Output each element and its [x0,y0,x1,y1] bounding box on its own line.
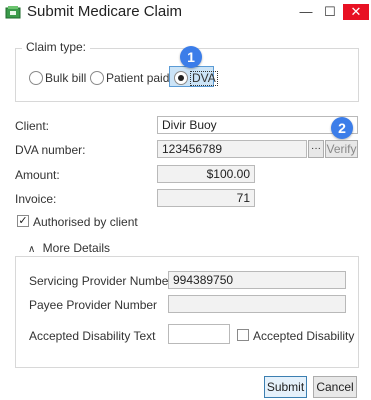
dva-label[interactable]: DVA [190,71,218,86]
authorised-checkbox[interactable]: ✓ [17,215,29,227]
submit-button[interactable]: Submit [264,376,307,398]
step-1-marker: 1 [180,46,202,68]
cancel-button[interactable]: Cancel [313,376,357,398]
more-details-title: More Details [42,241,111,255]
title-bar: Submit Medicare Claim — ☐ ✕ [0,0,371,26]
payee-provider-field[interactable] [168,295,346,313]
client-value: Divir Buoy [162,118,217,132]
more-details-legend[interactable]: ∧ More Details [24,241,115,255]
minimize-button[interactable]: — [296,4,316,20]
client-select[interactable]: Divir Buoy [157,116,358,134]
accepted-disability-label[interactable]: Accepted Disability [253,329,354,343]
step-2-marker: 2 [331,117,353,139]
bulk-bill-radio[interactable] [29,71,43,85]
invoice-label: Invoice: [15,192,57,206]
authorised-label[interactable]: Authorised by client [33,215,138,229]
dva-radio[interactable] [174,71,188,85]
amount-label: Amount: [15,168,60,182]
payee-provider-label: Payee Provider Number [29,298,158,312]
close-button[interactable]: ✕ [343,4,369,20]
servicing-provider-field[interactable]: 994389750 [168,271,346,289]
claim-type-legend: Claim type: [22,40,91,54]
patient-paid-radio[interactable] [90,71,104,85]
patient-paid-label[interactable]: Patient paid [106,71,169,85]
medicare-app-icon [5,6,21,19]
client-label: Client: [15,119,50,133]
accepted-disability-text-field[interactable] [168,324,230,344]
dva-number-field[interactable]: 123456789 [157,140,307,158]
dva-lookup-button[interactable]: ··· [308,140,324,158]
invoice-field[interactable]: 71 [157,189,255,207]
servicing-provider-label: Servicing Provider Number [29,274,173,288]
amount-field[interactable]: $100.00 [157,165,255,183]
collapse-chevron-icon[interactable]: ∧ [28,244,35,255]
accepted-disability-checkbox[interactable] [237,329,249,341]
accepted-disability-text-label: Accepted Disability Text [29,329,156,343]
window-title: Submit Medicare Claim [27,3,183,20]
bulk-bill-label[interactable]: Bulk bill [45,71,86,85]
dva-number-label: DVA number: [15,143,86,157]
verify-button[interactable]: Verify [325,140,358,158]
maximize-button[interactable]: ☐ [320,4,340,20]
